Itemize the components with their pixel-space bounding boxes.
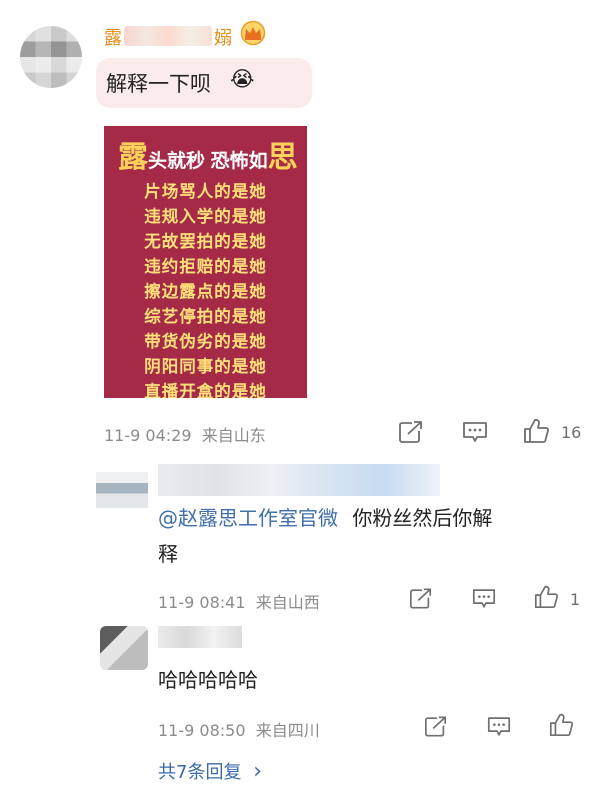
reply1-text-part1: 你粉丝然后你解 [352,506,493,530]
commenter-avatar[interactable] [20,26,82,88]
chevron-right-icon: › [253,759,262,784]
reply1-like-count: 1 [570,590,581,609]
comment-time: 11-9 04:29 [104,426,192,445]
card-title-char-1: 露 [118,140,148,175]
mention-link[interactable]: @赵露思工作室官微 [158,506,338,530]
card-line: 综艺停拍的是她 [144,307,267,326]
comment-location: 来自山东 [201,426,266,445]
reply1-body: @赵露思工作室官微 你粉丝然后你解 释 [158,500,578,572]
card-line: 擦边露点的是她 [144,282,267,301]
share-icon[interactable] [409,587,433,610]
card-line: 无故罢拍的是她 [144,232,267,251]
reply1-avatar[interactable] [96,472,148,508]
card-title: 露头就秒 恐怖如思 [118,132,298,176]
reply2-text: 哈哈哈哈哈 [158,668,258,692]
card-line: 违规入学的是她 [144,207,267,226]
reply2-avatar[interactable] [100,626,148,670]
like-icon[interactable] [533,584,559,610]
reply2-location: 来自四川 [255,721,320,740]
reply1-meta: 11-9 08:41 来自山西 [158,589,320,613]
comment-text: 解释一下呗 [106,72,211,96]
more-replies-link[interactable]: 共7条回复 › [158,758,262,784]
blurred-avatar-image [20,26,82,88]
reply1-location: 来自山西 [255,593,320,612]
comment-icon[interactable] [461,420,489,444]
crown-badge-icon [240,21,266,45]
like-icon[interactable] [548,712,574,738]
reply2-meta: 11-9 08:50 来自四川 [158,717,320,741]
card-title-part-2: 恐怖如 [210,150,268,172]
blurred-avatar-image [100,626,148,670]
card-line: 片场骂人的是她 [144,182,267,201]
card-title-part-1: 头就秒 [148,150,206,172]
commenter-username-start[interactable]: 露 [104,24,122,50]
comment-icon[interactable] [486,715,512,738]
more-replies-label: 共7条回复 [158,762,242,783]
blurred-reply1-header [158,464,440,496]
crying-emoji-icon: 😭 [230,67,255,91]
blurred-reply2-header [158,626,242,648]
comment-image[interactable]: 露头就秒 恐怖如思 片场骂人的是她 违规入学的是她 无故罢拍的是她 违约拒赔的是… [104,126,307,398]
like-icon[interactable] [522,417,550,445]
share-icon[interactable] [424,715,448,738]
commenter-username-end[interactable]: 嫋 [214,24,232,50]
share-icon[interactable] [398,420,424,444]
comment-icon[interactable] [471,587,497,610]
card-title-char-2: 思 [267,140,298,175]
comment-meta: 11-9 04:29 来自山东 [104,422,266,446]
card-line: 阴阳同事的是她 [144,357,267,376]
card-line: 违约拒赔的是她 [144,257,267,276]
like-count: 16 [561,423,582,442]
blurred-username [124,26,212,46]
card-line: 带货伪劣的是她 [144,332,267,351]
reply1-time: 11-9 08:41 [158,593,246,612]
reply1-text-part2: 释 [158,542,178,566]
reply2-time: 11-9 08:50 [158,721,246,740]
card-line: 直播开盒的是她 [144,382,267,398]
blurred-avatar-image [96,472,148,508]
